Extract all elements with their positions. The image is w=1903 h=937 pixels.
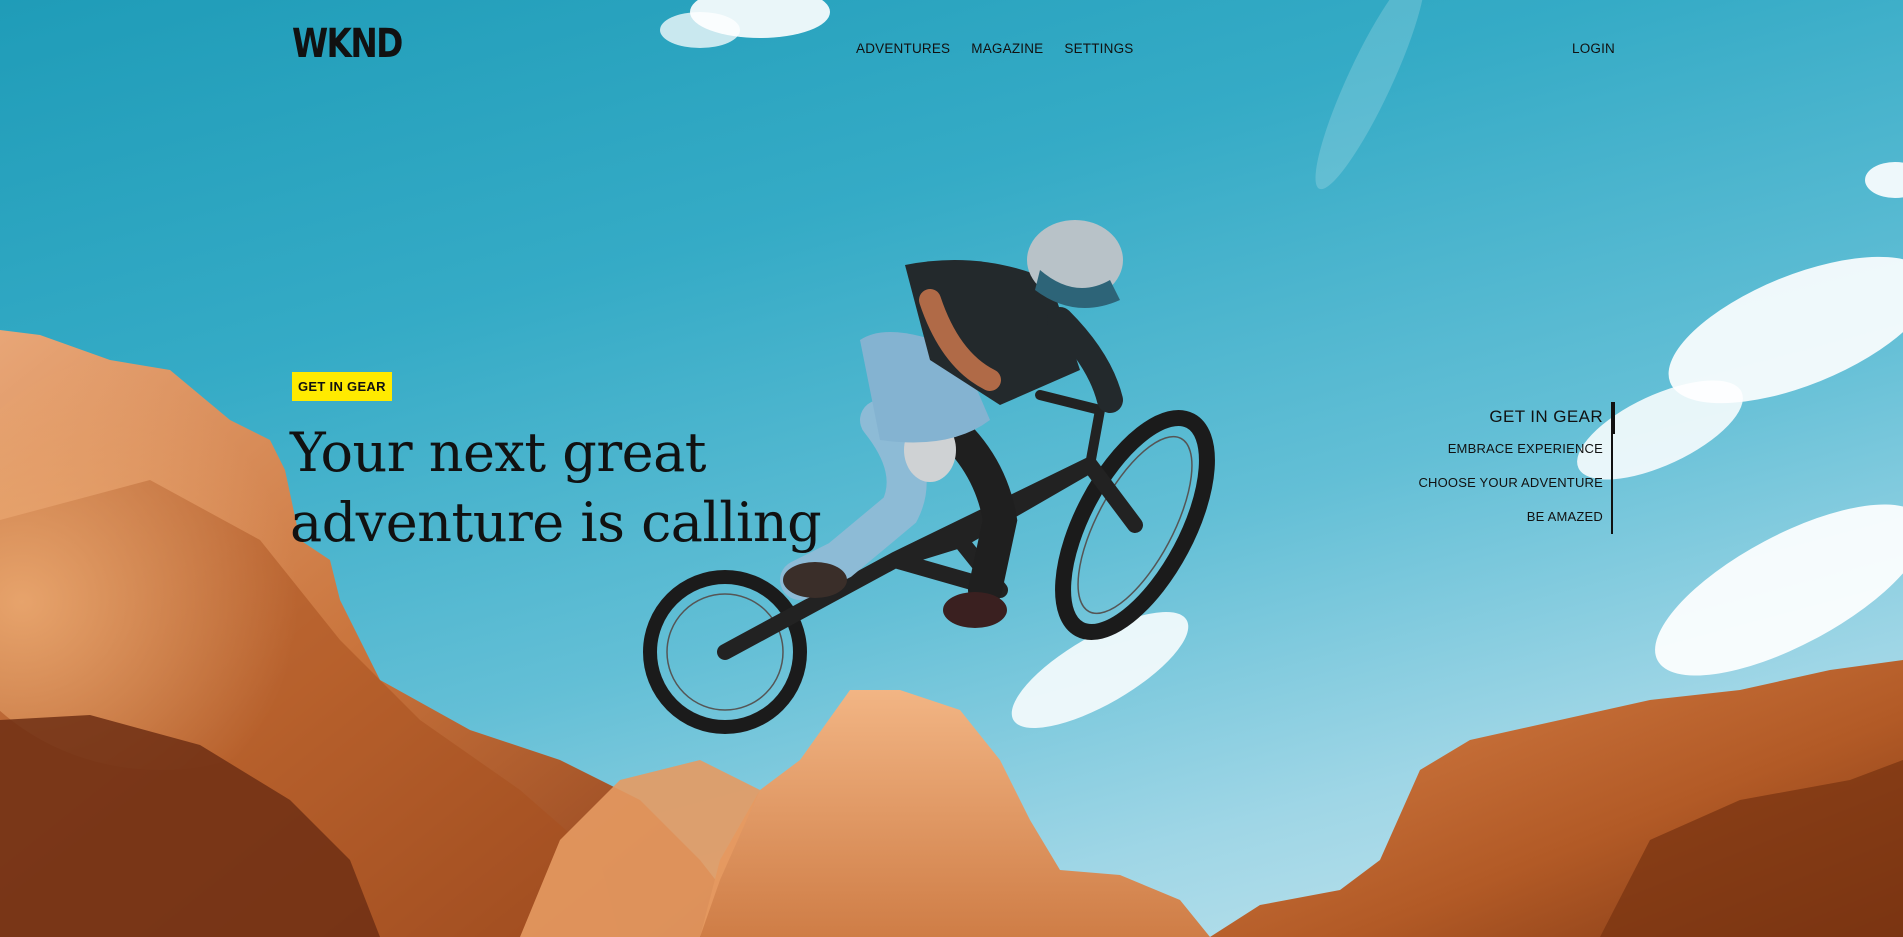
carousel-item-get-in-gear[interactable]: GET IN GEAR: [1371, 402, 1611, 432]
hero-background-image: [0, 0, 1903, 937]
carousel-active-indicator: [1611, 402, 1615, 434]
site-header: WKND ADVENTURES MAGAZINE SETTINGS LOGIN: [0, 0, 1903, 100]
clouds: [660, 0, 1903, 729]
hero-section: WKND ADVENTURES MAGAZINE SETTINGS LOGIN …: [0, 0, 1903, 937]
carousel-item-be-amazed[interactable]: BE AMAZED: [1371, 500, 1611, 534]
wknd-logo[interactable]: WKND: [292, 24, 403, 64]
nav-item-adventures[interactable]: ADVENTURES: [856, 41, 950, 56]
hero-tag: GET IN GEAR: [292, 372, 392, 401]
carousel-nav: GET IN GEAR EMBRACE EXPERIENCE CHOOSE YO…: [1371, 402, 1615, 534]
rock-middle: [700, 690, 1210, 937]
carousel-item-choose-your-adventure[interactable]: CHOOSE YOUR ADVENTURE: [1371, 466, 1611, 500]
nav-item-settings[interactable]: SETTINGS: [1064, 41, 1133, 56]
hero-headline: Your next great adventure is calling: [290, 421, 822, 554]
carousel-item-embrace-experience[interactable]: EMBRACE EXPERIENCE: [1371, 432, 1611, 466]
login-link[interactable]: LOGIN: [1572, 41, 1615, 56]
nav-item-magazine[interactable]: MAGAZINE: [971, 41, 1043, 56]
main-nav: ADVENTURES MAGAZINE SETTINGS: [856, 41, 1133, 56]
